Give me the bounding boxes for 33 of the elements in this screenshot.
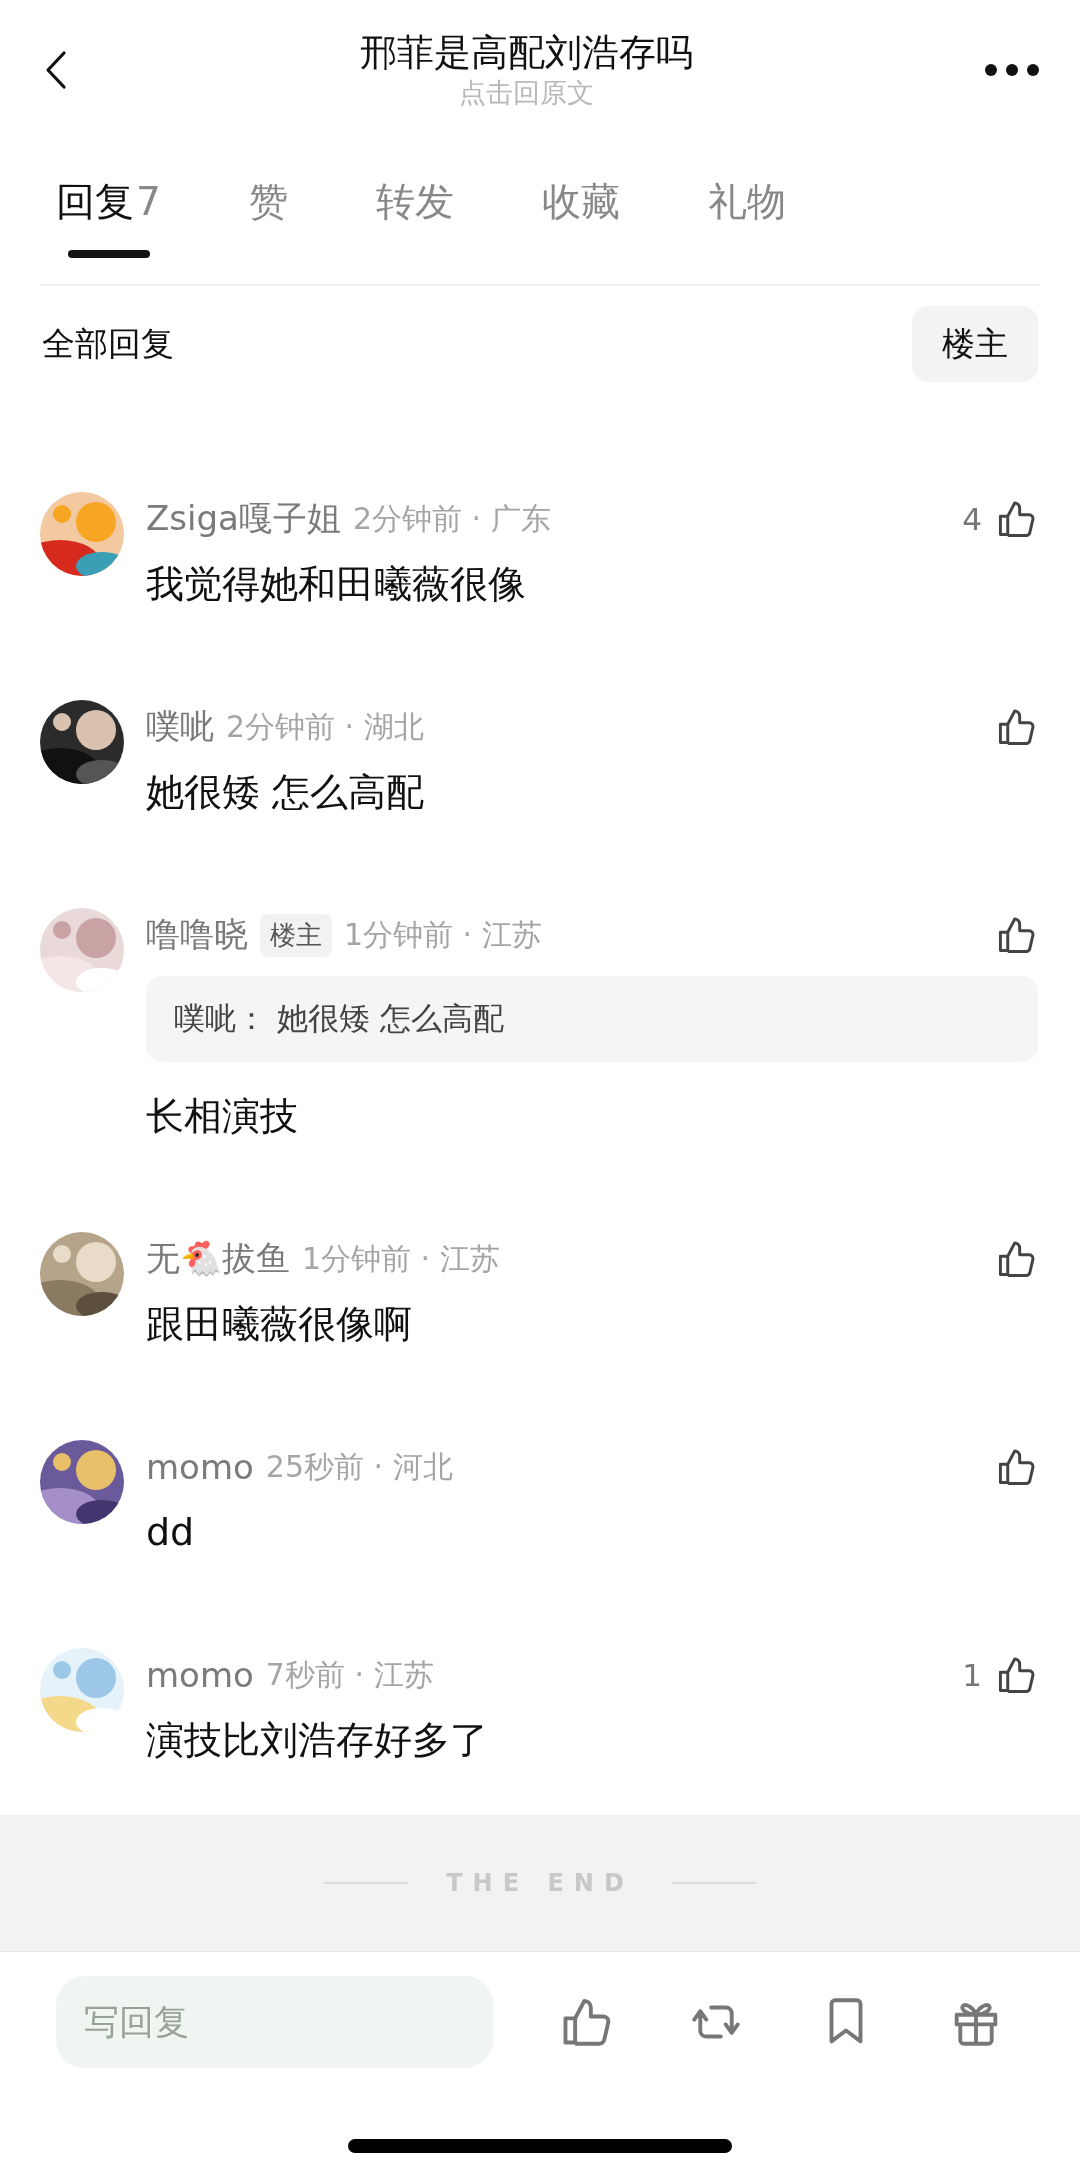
op-badge: 楼主 [260,913,332,957]
comment-text: 我觉得她和田曦薇很像 [146,561,527,608]
comment-time: 25秒前 · 河北 [265,1447,453,1486]
like-count: 4 [962,501,982,537]
tab[interactable]: 赞 [234,174,302,258]
user-name[interactable]: 噜噜晓 [146,912,248,958]
comment-text: 跟田曦薇很像啊 [146,1301,413,1348]
back-icon[interactable] [44,50,68,90]
comment-time: 1分钟前 · 江苏 [302,1239,500,1278]
comment-time: 1分钟前 · 江苏 [344,915,542,954]
like-count: 1 [962,1657,982,1693]
user-name[interactable]: 无🐔拔鱼 [146,1236,290,1282]
tab[interactable]: 回复7 [40,174,175,258]
quoted-reply: 噗呲： 她很矮 怎么高配 [146,976,1038,1062]
user-name[interactable]: momo [146,1447,254,1487]
filter-label: 全部回复 [42,322,174,365]
user-name[interactable]: momo [146,1655,254,1695]
comment-time: 2分钟前 · 湖北 [226,707,424,746]
page-title: 邢菲是高配刘浩存吗 [359,30,693,76]
reply-field[interactable]: 写回复 [56,1976,493,2068]
comment-time: 2分钟前 · 广东 [352,499,551,538]
user-name[interactable]: 噗呲 [146,704,214,750]
comment-text: 演技比刘浩存好多了 [146,1717,489,1764]
more-icon[interactable] [984,63,1040,77]
tab[interactable]: 收藏 [527,174,634,258]
user-name[interactable]: Zsiga嘎子姐 [146,496,341,542]
comment-time: 7秒前 · 江苏 [265,1655,434,1694]
tab[interactable]: 礼物 [693,174,800,258]
comment-text: dd [146,1509,196,1556]
comment-text: 她很矮 怎么高配 [146,769,426,816]
comment-text: 长相演技 [146,1093,299,1140]
tab[interactable]: 转发 [361,174,468,258]
op-filter-button[interactable]: 楼主 [912,306,1038,382]
